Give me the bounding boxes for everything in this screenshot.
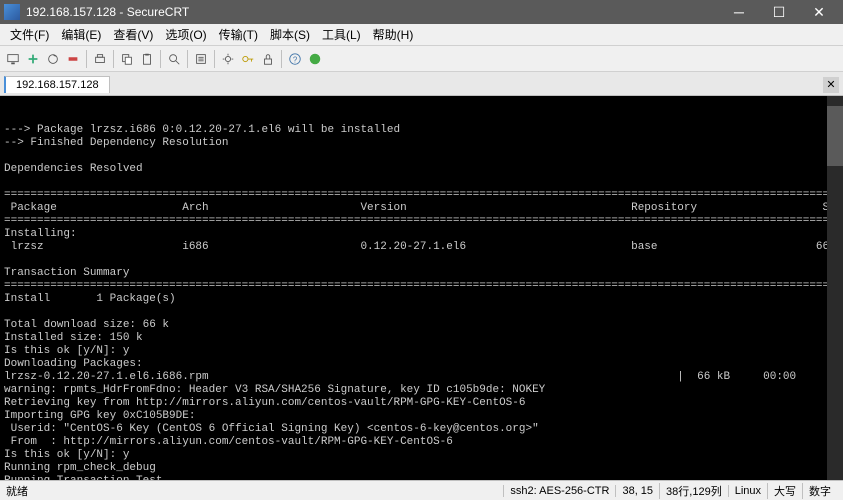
tab-close-icon[interactable]: ✕ xyxy=(823,77,839,93)
maximize-button[interactable]: ☐ xyxy=(759,0,799,24)
toolbar: ? xyxy=(0,46,843,72)
status-os: Linux xyxy=(728,485,767,497)
menu-transfer[interactable]: 传输(T) xyxy=(213,24,264,45)
status-size: 38行,129列 xyxy=(659,483,728,499)
titlebar: 192.168.157.128 - SecureCRT ─ ☐ ✕ xyxy=(0,0,843,24)
copy-icon[interactable] xyxy=(118,50,136,68)
menubar: 文件(F) 编辑(E) 查看(V) 选项(O) 传输(T) 脚本(S) 工具(L… xyxy=(0,24,843,46)
terminal[interactable]: ---> Package lrzsz.i686 0:0.12.20-27.1.e… xyxy=(0,96,843,480)
window-title: 192.168.157.128 - SecureCRT xyxy=(26,5,719,19)
menu-help[interactable]: 帮助(H) xyxy=(367,24,420,45)
status-num: 数字 xyxy=(802,483,837,499)
settings-icon[interactable] xyxy=(219,50,237,68)
menu-options[interactable]: 选项(O) xyxy=(159,24,212,45)
status-cursor-pos: 38, 15 xyxy=(615,485,659,497)
menu-file[interactable]: 文件(F) xyxy=(4,24,55,45)
app-icon xyxy=(4,4,20,20)
toolbar-separator xyxy=(187,50,188,68)
svg-text:?: ? xyxy=(293,55,298,64)
close-button[interactable]: ✕ xyxy=(799,0,839,24)
toolbar-separator xyxy=(86,50,87,68)
session-tab[interactable]: 192.168.157.128 xyxy=(4,76,110,93)
toolbar-separator xyxy=(214,50,215,68)
terminal-scrollbar[interactable] xyxy=(827,96,843,480)
reconnect-icon[interactable] xyxy=(44,50,62,68)
statusbar: 就绪 ssh2: AES-256-CTR 38, 15 38行,129列 Lin… xyxy=(0,480,843,500)
lock-icon[interactable] xyxy=(259,50,277,68)
tabbar: 192.168.157.128 ✕ xyxy=(0,72,843,96)
menu-tools[interactable]: 工具(L) xyxy=(316,24,367,45)
paste-icon[interactable] xyxy=(138,50,156,68)
print-icon[interactable] xyxy=(91,50,109,68)
properties-icon[interactable] xyxy=(192,50,210,68)
minimize-button[interactable]: ─ xyxy=(719,0,759,24)
quick-connect-icon[interactable] xyxy=(24,50,42,68)
key-icon[interactable] xyxy=(239,50,257,68)
toolbar-separator xyxy=(113,50,114,68)
menu-script[interactable]: 脚本(S) xyxy=(264,24,316,45)
status-ssh: ssh2: AES-256-CTR xyxy=(503,485,615,497)
disconnect-icon[interactable] xyxy=(64,50,82,68)
help-icon[interactable]: ? xyxy=(286,50,304,68)
find-icon[interactable] xyxy=(165,50,183,68)
connect-icon[interactable] xyxy=(4,50,22,68)
toolbar-separator xyxy=(281,50,282,68)
scrollbar-thumb[interactable] xyxy=(827,106,843,166)
status-caps: 大写 xyxy=(767,483,802,499)
menu-view[interactable]: 查看(V) xyxy=(107,24,159,45)
status-ready: 就绪 xyxy=(6,483,503,499)
menu-edit[interactable]: 编辑(E) xyxy=(55,24,107,45)
toolbar-separator xyxy=(160,50,161,68)
tab-label: 192.168.157.128 xyxy=(16,79,99,91)
about-icon[interactable] xyxy=(306,50,324,68)
